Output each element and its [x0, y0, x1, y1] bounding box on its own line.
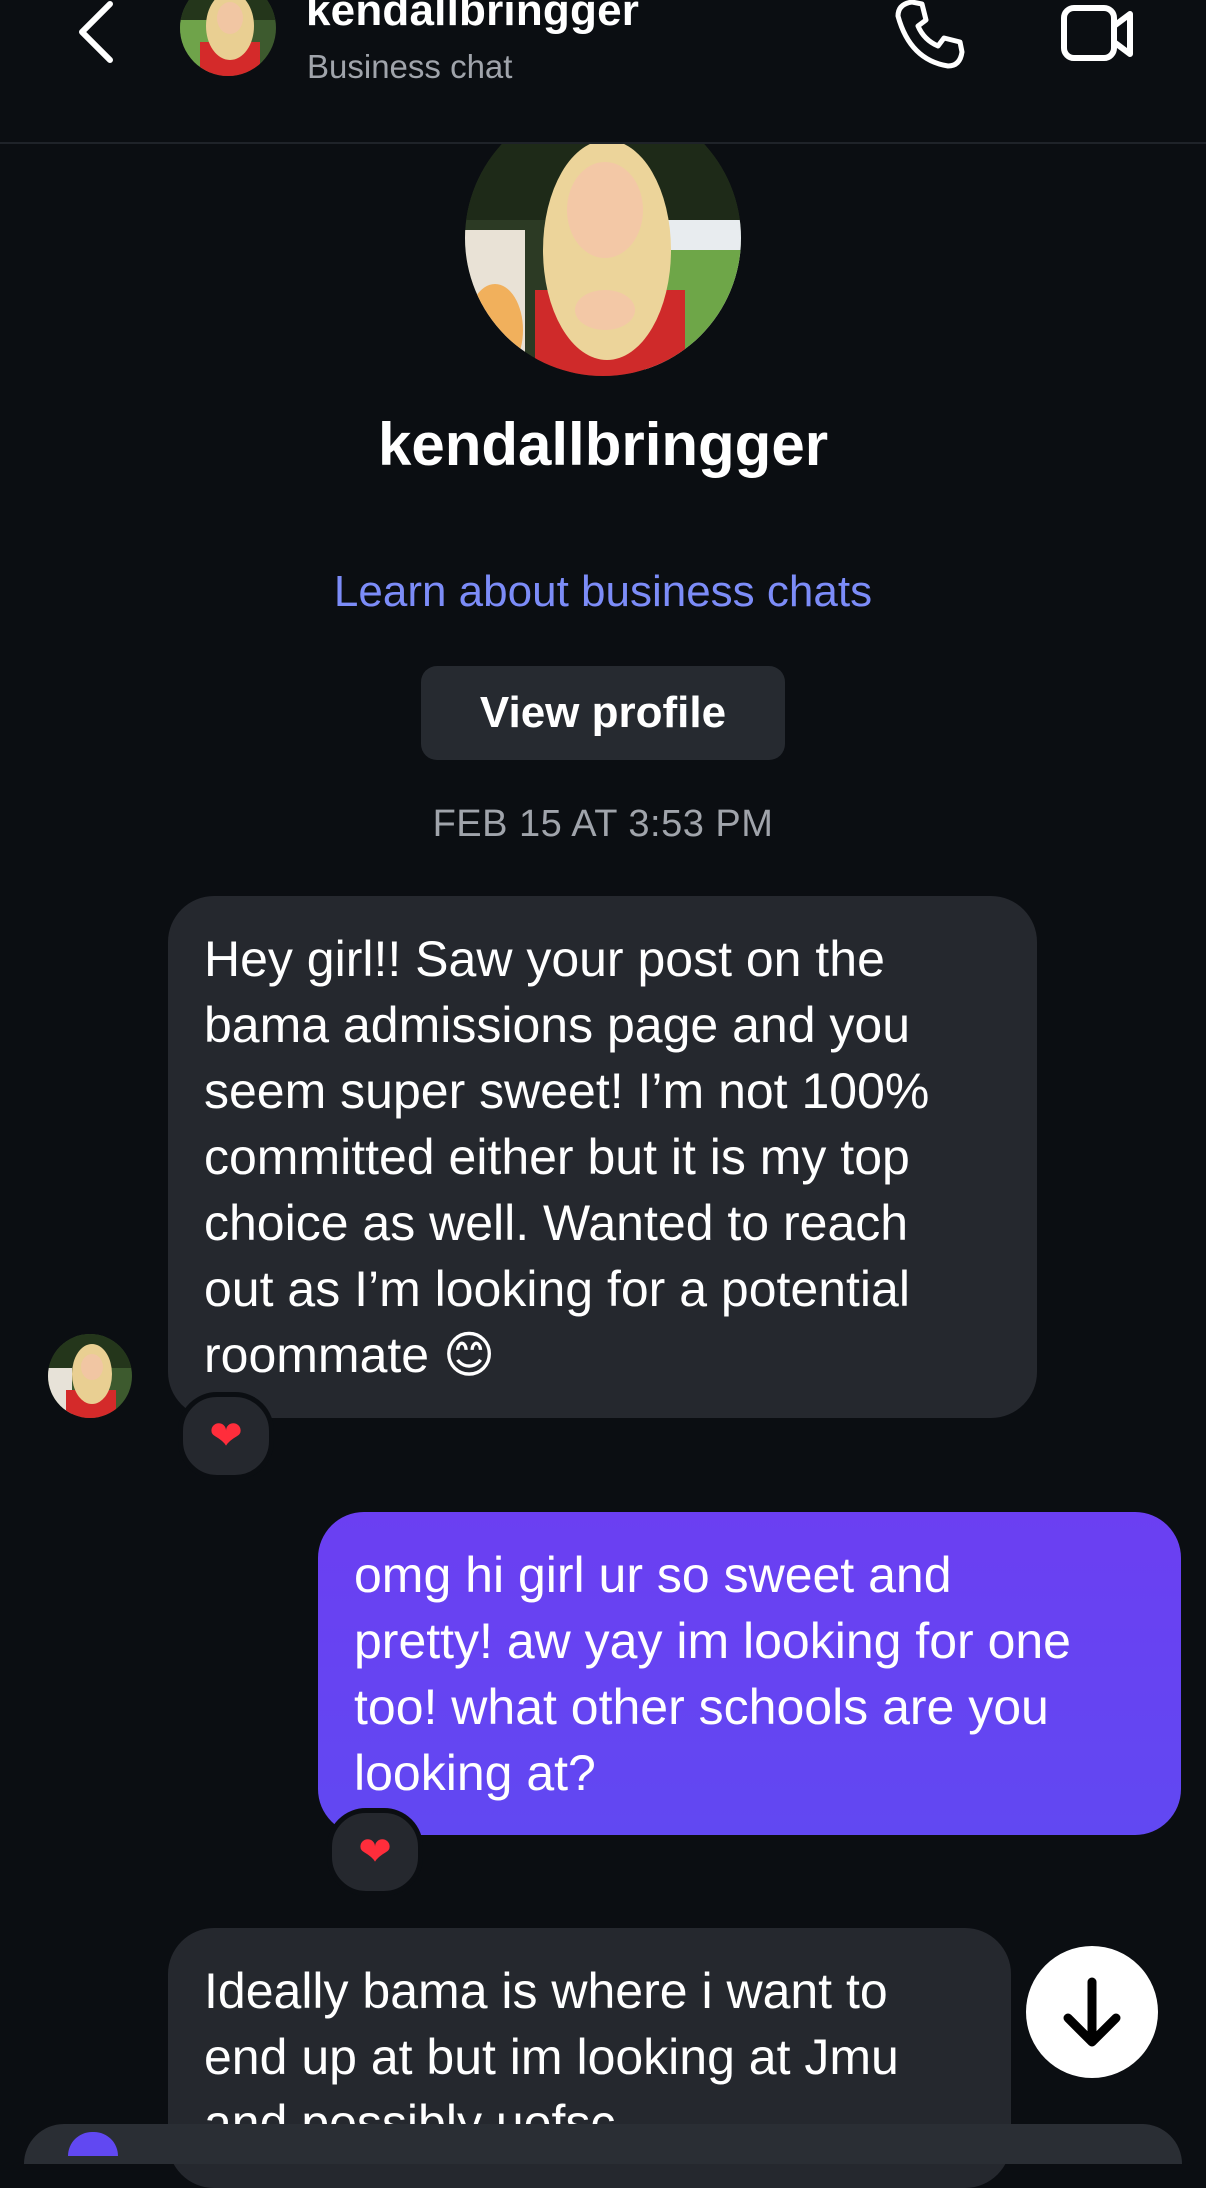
- view-profile-button[interactable]: View profile: [421, 666, 785, 760]
- sender-avatar-image: [48, 1334, 132, 1418]
- message-line: roommate 😊: [204, 1327, 496, 1383]
- learn-business-chats-link[interactable]: Learn about business chats: [0, 567, 1206, 617]
- message-line: choice as well. Wanted to reach: [204, 1195, 909, 1251]
- header-subtitle: Business chat: [307, 48, 513, 85]
- scroll-to-bottom-button[interactable]: [1026, 1946, 1158, 2078]
- message-line: seem super sweet! I’m not 100%: [204, 1063, 930, 1119]
- profile-name: kendallbringger: [377, 411, 829, 478]
- sender-avatar[interactable]: [48, 1334, 132, 1418]
- message-line: Hey girl!! Saw your post on the: [204, 931, 885, 987]
- heart-reaction[interactable]: ❤: [327, 1808, 423, 1896]
- message-line: looking at?: [354, 1745, 596, 1801]
- heart-icon: ❤: [358, 1829, 392, 1875]
- back-button[interactable]: [70, 0, 130, 64]
- message-composer[interactable]: [24, 2124, 1182, 2164]
- message-line: pretty! aw yay im looking for one: [354, 1613, 1071, 1669]
- heart-reaction[interactable]: ❤: [178, 1392, 274, 1480]
- message-line: Ideally bama is where i want to: [204, 1963, 888, 2019]
- arrow-down-icon: [1063, 1977, 1121, 2047]
- header-avatar[interactable]: [180, 0, 276, 76]
- chat-header: kendallbringger Business chat: [0, 0, 1206, 144]
- heart-icon: ❤: [209, 1413, 243, 1459]
- message-line: too! what other schools are you: [354, 1679, 1049, 1735]
- message-timestamp: FEB 15 AT 3:53 PM: [432, 803, 774, 845]
- avatar-image: [180, 0, 276, 76]
- message-line: committed either but it is my top: [204, 1129, 910, 1185]
- video-camera-icon: [1061, 5, 1133, 61]
- phone-icon: [895, 0, 965, 69]
- message-bubble-outgoing[interactable]: omg hi girl ur so sweet and pretty! aw y…: [318, 1512, 1181, 1835]
- video-call-button[interactable]: [1058, 0, 1138, 68]
- message-line: out as I’m looking for a potential: [204, 1261, 910, 1317]
- message-line: bama admissions page and you: [204, 997, 911, 1053]
- header-username[interactable]: kendallbringger: [306, 0, 639, 36]
- message-line: end up at but im looking at Jmu: [204, 2029, 899, 2085]
- chevron-left-icon: [79, 1, 113, 63]
- message-line: omg hi girl ur so sweet and: [354, 1547, 952, 1603]
- message-bubble-incoming[interactable]: Hey girl!! Saw your post on the bama adm…: [168, 896, 1037, 1418]
- audio-call-button[interactable]: [892, 0, 968, 72]
